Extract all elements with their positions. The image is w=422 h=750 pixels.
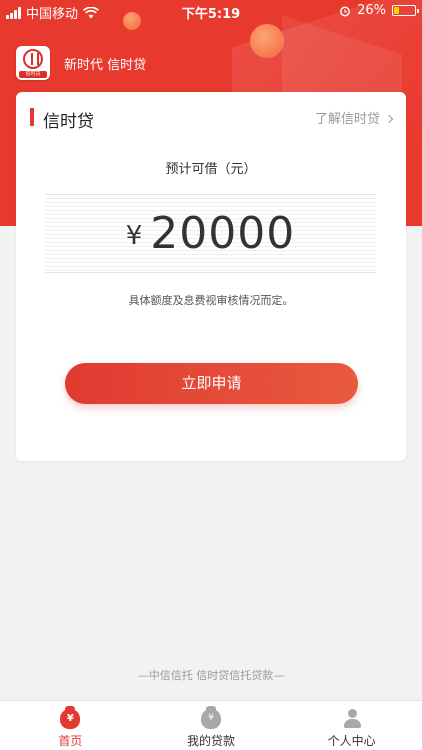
- tab-home[interactable]: ¥ 首页: [0, 701, 141, 750]
- coin-decoration: [250, 24, 284, 58]
- tab-my-loans-label: 我的贷款: [187, 734, 236, 748]
- tab-bar: ¥ 首页 ¥ 我的贷款 个人中心: [0, 700, 422, 750]
- loan-bag-icon: ¥: [201, 706, 221, 729]
- apply-now-button[interactable]: 立即申请: [65, 363, 358, 404]
- tab-profile[interactable]: 个人中心: [281, 701, 422, 750]
- app-logo: 信时贷: [16, 46, 50, 80]
- brand-text: 新时代 信时贷: [64, 57, 147, 73]
- chevron-right-icon: [384, 114, 394, 123]
- learn-more-label: 了解信时贷: [314, 112, 380, 127]
- brand-row: 信时贷 新时代 信时贷: [16, 46, 146, 80]
- loan-amount: 20000: [150, 208, 296, 259]
- learn-more-link[interactable]: 了解信时贷: [314, 108, 394, 127]
- alarm-icon: [340, 6, 351, 16]
- card-title: 信时贷: [43, 112, 94, 132]
- battery-percent: 26%: [357, 3, 386, 18]
- loan-card: 信时贷 了解信时贷 预计可借（元） ¥ 20000 具体额度及息费视审核情况而定…: [16, 92, 406, 461]
- amount-label: 预计可借（元）: [165, 162, 257, 177]
- tab-home-label: 首页: [58, 734, 83, 748]
- logo-tag: 信时贷: [19, 71, 47, 78]
- person-icon: [342, 709, 362, 729]
- money-bag-icon: ¥: [60, 706, 81, 729]
- tab-my-loans[interactable]: ¥ 我的贷款: [141, 701, 282, 750]
- card-header: 信时贷 了解信时贷: [30, 108, 394, 132]
- title-accent-bar: [30, 108, 34, 126]
- amount-note: 具体额度及息费视审核情况而定。: [128, 294, 294, 307]
- battery-icon: [392, 5, 419, 16]
- status-bar: 中国移动 下午5:19 26%: [0, 0, 422, 22]
- amount-display: ¥ 20000: [45, 194, 376, 273]
- tab-profile-label: 个人中心: [327, 734, 376, 748]
- footer-note: —中信信托 信时贷信托贷款—: [137, 669, 285, 682]
- currency-symbol: ¥: [125, 220, 143, 251]
